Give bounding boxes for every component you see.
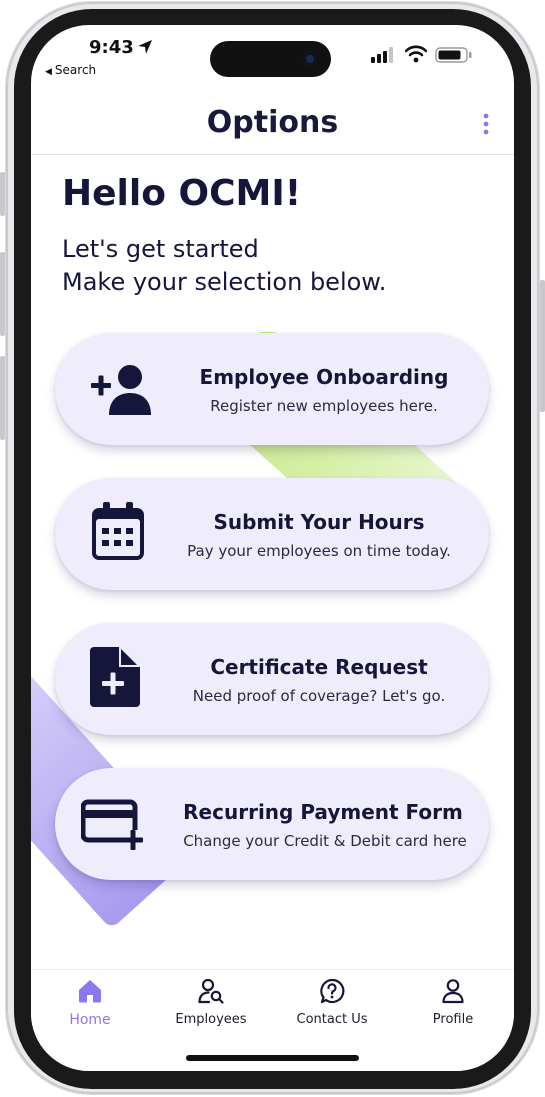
greeting-subtitle: Let's get started Make your selection be… xyxy=(62,233,386,299)
action-button xyxy=(0,172,5,216)
battery-icon xyxy=(435,47,472,63)
back-label: Search xyxy=(54,63,97,77)
more-vertical-icon[interactable] xyxy=(479,112,493,136)
document-add-icon xyxy=(90,647,140,707)
home-indicator[interactable] xyxy=(186,1055,359,1061)
recurring-payment-card[interactable]: Recurring Payment Form Change your Credi… xyxy=(55,768,489,880)
phone-screen: 9:43 ◀ Search Options Hello OCMI! Let's g… xyxy=(31,25,514,1071)
certificate-request-card[interactable]: Certificate Request Need proof of covera… xyxy=(55,623,489,735)
tab-label: Home xyxy=(69,1012,111,1028)
tab-employees[interactable]: Employees xyxy=(161,978,261,1040)
tab-label: Employees xyxy=(175,1012,247,1027)
card-description: Change your Credit & Debit card here xyxy=(183,832,467,850)
greeting-line-1: Let's get started xyxy=(62,235,259,263)
home-icon xyxy=(79,980,101,1003)
tab-profile[interactable]: Profile xyxy=(403,978,503,1040)
dynamic-island xyxy=(210,41,331,77)
help-circle-icon xyxy=(320,978,345,1004)
submit-hours-card[interactable]: Submit Your Hours Pay your employees on … xyxy=(55,478,489,590)
card-description: Register new employees here. xyxy=(210,397,438,415)
tab-home[interactable]: Home xyxy=(40,978,140,1040)
back-to-search-link[interactable]: ◀ Search xyxy=(45,63,96,77)
camera-icon xyxy=(303,52,317,66)
wifi-icon xyxy=(405,45,427,63)
tab-label: Contact Us xyxy=(296,1012,368,1027)
greeting-title: Hello OCMI! xyxy=(62,173,302,214)
back-caret-icon: ◀ xyxy=(45,67,52,77)
tab-label: Profile xyxy=(432,1012,474,1027)
volume-down-button xyxy=(0,356,5,440)
card-title: Submit Your Hours xyxy=(213,510,425,534)
card-title: Certificate Request xyxy=(210,655,428,679)
card-title: Recurring Payment Form xyxy=(183,800,463,824)
profile-icon xyxy=(442,979,464,1004)
signal-icon xyxy=(371,47,393,63)
volume-up-button xyxy=(0,252,5,336)
app-header: Options xyxy=(31,103,514,155)
card-description: Pay your employees on time today. xyxy=(187,542,451,560)
power-button xyxy=(540,280,545,412)
page-title: Options xyxy=(206,105,339,140)
add-user-icon xyxy=(91,365,151,415)
status-time: 9:43 xyxy=(89,37,134,58)
employee-onboarding-card[interactable]: Employee Onboarding Register new employe… xyxy=(55,333,489,445)
greeting-line-2: Make your selection below. xyxy=(62,268,387,296)
credit-card-add-icon xyxy=(81,799,143,850)
calendar-icon xyxy=(92,502,144,560)
card-description: Need proof of coverage? Let's go. xyxy=(192,687,446,705)
location-arrow-icon xyxy=(138,40,152,54)
card-title: Employee Onboarding xyxy=(199,365,449,389)
tab-contact-us[interactable]: Contact Us xyxy=(282,978,382,1040)
employees-search-icon xyxy=(198,978,224,1004)
